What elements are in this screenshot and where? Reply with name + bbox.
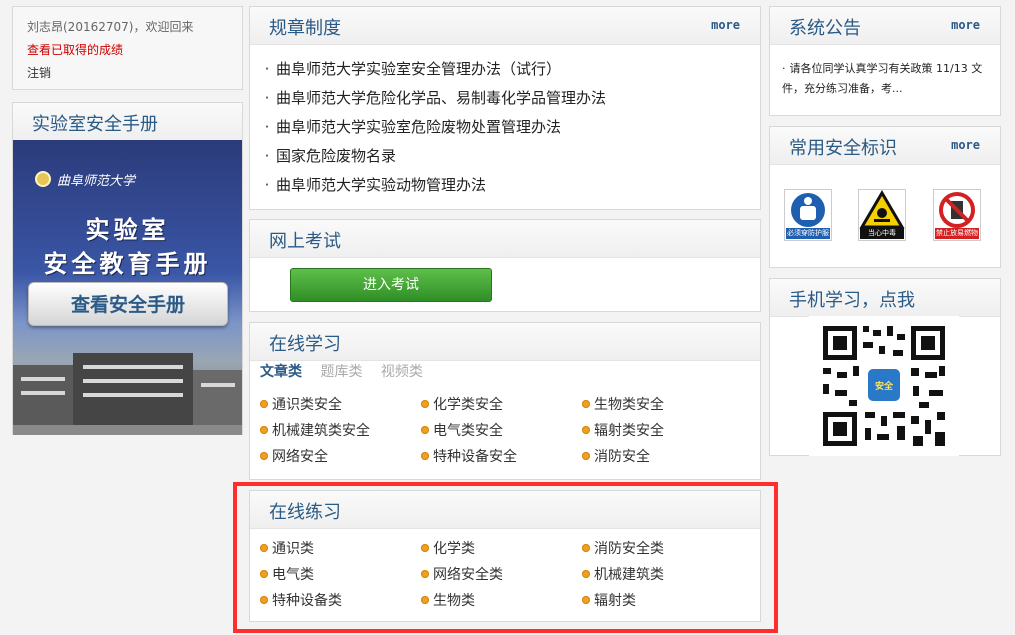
bullet-icon [260, 400, 268, 408]
bullet-icon [260, 426, 268, 434]
exam-title: 网上考试 [269, 231, 341, 252]
bullet-icon [582, 570, 590, 578]
bullet-icon [582, 400, 590, 408]
bullet-icon [260, 570, 268, 578]
study-header: 在线学习 [250, 323, 760, 361]
rule-item[interactable]: 曲阜师范大学实验室安全管理办法（试行） [258, 59, 606, 88]
bullet-icon [582, 596, 590, 604]
qr-code[interactable]: 安全 [809, 316, 959, 456]
tab-videos[interactable]: 视频类 [381, 364, 423, 380]
signs-header: 常用安全标识 more [770, 127, 1000, 165]
study-tabs: 文章类 题库类 视频类 [260, 361, 437, 381]
study-category[interactable]: 网络安全 [260, 447, 421, 467]
rule-item[interactable]: 国家危险废物名录 [258, 146, 606, 175]
notice-header: 系统公告 more [770, 7, 1000, 45]
signs-more-link[interactable]: more [951, 138, 980, 152]
no-flammables-sign[interactable]: 禁止放易燃物 [933, 189, 981, 241]
cover-title-line2: 安全教育手册 [43, 249, 212, 278]
protective-clothing-sign[interactable]: 必须穿防护服 [784, 189, 832, 241]
bullet-icon [421, 452, 429, 460]
bullet-icon [421, 596, 429, 604]
online-study-panel: 在线学习 文章类 题库类 视频类 通识类安全 化学类安全 生物类安全 机械建筑类… [249, 322, 761, 480]
tab-articles[interactable]: 文章类 [260, 364, 302, 380]
practice-category[interactable]: 生物类 [421, 591, 582, 611]
bullet-icon [421, 426, 429, 434]
practice-category-grid: 通识类 化学类 消防安全类 电气类 网络安全类 机械建筑类 特种设备类 生物类 … [260, 539, 743, 611]
practice-category[interactable]: 通识类 [260, 539, 421, 559]
study-category[interactable]: 生物类安全 [582, 395, 743, 415]
practice-category[interactable]: 特种设备类 [260, 591, 421, 611]
signs-title: 常用安全标识 [789, 138, 897, 159]
study-category[interactable]: 机械建筑类安全 [260, 421, 421, 441]
rules-title: 规章制度 [269, 18, 341, 39]
no-flammables-icon [939, 192, 975, 228]
university-seal-icon [35, 171, 51, 187]
handbook-cover[interactable]: 曲阜师范大学 实验室 安全教育手册 查看安全手册 [13, 140, 242, 435]
practice-category[interactable]: 电气类 [260, 565, 421, 585]
study-category[interactable]: 化学类安全 [421, 395, 582, 415]
practice-category[interactable]: 辐射类 [582, 591, 743, 611]
study-title: 在线学习 [269, 334, 341, 355]
notice-item[interactable]: 请各位同学认真学习有关政策 11/13 文件，充分练习准备，考... [782, 59, 992, 99]
study-category[interactable]: 辐射类安全 [582, 421, 743, 441]
rules-header: 规章制度 more [250, 7, 760, 45]
practice-title: 在线练习 [269, 502, 341, 523]
campus-building-image [13, 345, 242, 435]
study-category[interactable]: 通识类安全 [260, 395, 421, 415]
university-name: 曲阜师范大学 [57, 174, 136, 189]
study-category[interactable]: 特种设备安全 [421, 447, 582, 467]
practice-header: 在线练习 [250, 491, 760, 529]
bullet-icon [260, 544, 268, 552]
handbook-title: 实验室安全手册 [32, 114, 158, 135]
handbook-header: 实验室安全手册 [13, 103, 242, 141]
logout-link[interactable]: 注销 [27, 64, 51, 81]
handbook-panel: 实验室安全手册 曲阜师范大学 实验室 安全教育手册 查看安全手册 [12, 102, 243, 435]
notice-more-link[interactable]: more [951, 18, 980, 32]
bullet-icon [582, 544, 590, 552]
poison-warning-sign[interactable]: 当心中毒 [858, 189, 906, 241]
tab-question-bank[interactable]: 题库类 [320, 364, 362, 380]
exam-header: 网上考试 [250, 220, 760, 258]
online-practice-panel: 在线练习 通识类 化学类 消防安全类 电气类 网络安全类 机械建筑类 特种设备类… [249, 490, 761, 622]
bullet-icon [260, 596, 268, 604]
rule-item[interactable]: 曲阜师范大学实验室危险废物处置管理办法 [258, 117, 606, 146]
cover-title-line1: 实验室 [85, 215, 170, 244]
safety-signs-panel: 常用安全标识 more 必须穿防护服 当心中毒 禁止放易燃物 [769, 126, 1001, 268]
enter-exam-button[interactable]: 进入考试 [290, 268, 492, 302]
rules-list: 曲阜师范大学实验室安全管理办法（试行） 曲阜师范大学危险化学品、易制毒化学品管理… [258, 59, 606, 204]
mobile-header: 手机学习，点我 [770, 279, 1000, 317]
sign-label: 当心中毒 [860, 228, 904, 239]
user-greeting: 刘志昂(20162707)，欢迎回来 [27, 20, 194, 34]
poison-warning-icon [859, 190, 905, 229]
view-handbook-button[interactable]: 查看安全手册 [28, 282, 228, 326]
practice-category[interactable]: 化学类 [421, 539, 582, 559]
rule-item[interactable]: 曲阜师范大学危险化学品、易制毒化学品管理办法 [258, 88, 606, 117]
bullet-icon [421, 400, 429, 408]
bullet-icon [421, 544, 429, 552]
practice-category[interactable]: 网络安全类 [421, 565, 582, 585]
notice-panel: 系统公告 more 请各位同学认真学习有关政策 11/13 文件，充分练习准备，… [769, 6, 1001, 116]
bullet-icon [582, 452, 590, 460]
exam-panel: 网上考试 进入考试 [249, 219, 761, 312]
mobile-study-panel: 手机学习，点我 安全 [769, 278, 1001, 456]
notice-title: 系统公告 [789, 18, 861, 39]
user-info-box: 刘志昂(20162707)，欢迎回来 查看已取得的成绩 注销 [12, 6, 243, 90]
study-category-grid: 通识类安全 化学类安全 生物类安全 机械建筑类安全 电气类安全 辐射类安全 网络… [260, 395, 743, 467]
sign-label: 禁止放易燃物 [935, 228, 979, 239]
rule-item[interactable]: 曲阜师范大学实验动物管理办法 [258, 175, 606, 204]
rules-more-link[interactable]: more [711, 18, 740, 32]
bullet-icon [260, 452, 268, 460]
qr-center-label: 安全 [874, 382, 893, 392]
bullet-icon [582, 426, 590, 434]
protective-clothing-icon [791, 193, 825, 227]
study-category[interactable]: 消防安全 [582, 447, 743, 467]
mobile-title[interactable]: 手机学习，点我 [789, 286, 915, 312]
rules-panel: 规章制度 more 曲阜师范大学实验室安全管理办法（试行） 曲阜师范大学危险化学… [249, 6, 761, 210]
practice-category[interactable]: 消防安全类 [582, 539, 743, 559]
practice-category[interactable]: 机械建筑类 [582, 565, 743, 585]
view-scores-link[interactable]: 查看已取得的成绩 [27, 41, 123, 58]
sign-label: 必须穿防护服 [786, 228, 830, 239]
bullet-icon [421, 570, 429, 578]
study-category[interactable]: 电气类安全 [421, 421, 582, 441]
